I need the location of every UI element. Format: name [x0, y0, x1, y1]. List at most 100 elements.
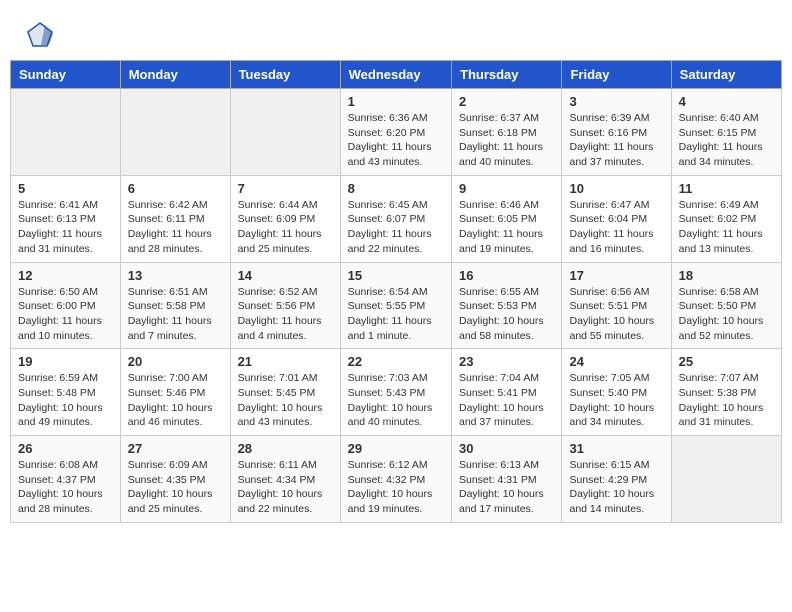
calendar-cell: 25 Sunrise: 7:07 AM Sunset: 5:38 PM Dayli… [671, 349, 781, 436]
day-info: Sunrise: 6:44 AM Sunset: 6:09 PM Dayligh… [238, 198, 333, 257]
day-info: Sunrise: 7:04 AM Sunset: 5:41 PM Dayligh… [459, 371, 554, 430]
calendar-cell: 17 Sunrise: 6:56 AM Sunset: 5:51 PM Dayli… [562, 262, 671, 349]
calendar-cell: 30 Sunrise: 6:13 AM Sunset: 4:31 PM Dayli… [452, 436, 562, 523]
day-info: Sunrise: 6:40 AM Sunset: 6:15 PM Dayligh… [679, 111, 774, 170]
day-info: Sunrise: 6:47 AM Sunset: 6:04 PM Dayligh… [569, 198, 663, 257]
day-info: Sunrise: 6:45 AM Sunset: 6:07 PM Dayligh… [348, 198, 444, 257]
day-info: Sunrise: 6:52 AM Sunset: 5:56 PM Dayligh… [238, 285, 333, 344]
day-info: Sunrise: 6:58 AM Sunset: 5:50 PM Dayligh… [679, 285, 774, 344]
day-number: 30 [459, 441, 554, 456]
calendar-cell: 14 Sunrise: 6:52 AM Sunset: 5:56 PM Dayli… [230, 262, 340, 349]
day-number: 29 [348, 441, 444, 456]
day-number: 14 [238, 268, 333, 283]
calendar-cell: 28 Sunrise: 6:11 AM Sunset: 4:34 PM Dayli… [230, 436, 340, 523]
day-number: 4 [679, 94, 774, 109]
day-info: Sunrise: 6:54 AM Sunset: 5:55 PM Dayligh… [348, 285, 444, 344]
day-info: Sunrise: 6:51 AM Sunset: 5:58 PM Dayligh… [128, 285, 223, 344]
weekday-header-friday: Friday [562, 61, 671, 89]
day-info: Sunrise: 6:15 AM Sunset: 4:29 PM Dayligh… [569, 458, 663, 517]
day-info: Sunrise: 6:09 AM Sunset: 4:35 PM Dayligh… [128, 458, 223, 517]
weekday-header-wednesday: Wednesday [340, 61, 451, 89]
calendar-week-5: 26 Sunrise: 6:08 AM Sunset: 4:37 PM Dayli… [11, 436, 782, 523]
calendar-cell: 16Sunrise: 6:55 AM Sunset: 5:53 PM Dayli… [452, 262, 562, 349]
day-number: 6 [128, 181, 223, 196]
day-number: 12 [18, 268, 113, 283]
calendar-cell [671, 436, 781, 523]
day-info: Sunrise: 6:11 AM Sunset: 4:34 PM Dayligh… [238, 458, 333, 517]
day-info: Sunrise: 6:59 AM Sunset: 5:48 PM Dayligh… [18, 371, 113, 430]
calendar-week-3: 12 Sunrise: 6:50 AM Sunset: 6:00 PM Dayli… [11, 262, 782, 349]
calendar-cell: 27 Sunrise: 6:09 AM Sunset: 4:35 PM Dayli… [120, 436, 230, 523]
day-number: 17 [569, 268, 663, 283]
day-info: Sunrise: 6:49 AM Sunset: 6:02 PM Dayligh… [679, 198, 774, 257]
calendar-cell: 5 Sunrise: 6:41 AM Sunset: 6:13 PM Daylig… [11, 175, 121, 262]
day-info: Sunrise: 6:42 AM Sunset: 6:11 PM Dayligh… [128, 198, 223, 257]
calendar-week-4: 19 Sunrise: 6:59 AM Sunset: 5:48 PM Dayli… [11, 349, 782, 436]
day-number: 13 [128, 268, 223, 283]
calendar-cell [11, 89, 121, 176]
day-info: Sunrise: 7:05 AM Sunset: 5:40 PM Dayligh… [569, 371, 663, 430]
day-number: 19 [18, 354, 113, 369]
calendar-cell: 3Sunrise: 6:39 AM Sunset: 6:16 PM Daylig… [562, 89, 671, 176]
day-number: 11 [679, 181, 774, 196]
day-info: Sunrise: 6:46 AM Sunset: 6:05 PM Dayligh… [459, 198, 554, 257]
day-number: 15 [348, 268, 444, 283]
day-number: 25 [679, 354, 774, 369]
calendar-cell: 7 Sunrise: 6:44 AM Sunset: 6:09 PM Daylig… [230, 175, 340, 262]
day-number: 22 [348, 354, 444, 369]
calendar-cell: 11 Sunrise: 6:49 AM Sunset: 6:02 PM Dayli… [671, 175, 781, 262]
weekday-header-tuesday: Tuesday [230, 61, 340, 89]
day-info: Sunrise: 7:03 AM Sunset: 5:43 PM Dayligh… [348, 371, 444, 430]
calendar-cell: 8Sunrise: 6:45 AM Sunset: 6:07 PM Daylig… [340, 175, 451, 262]
day-info: Sunrise: 7:07 AM Sunset: 5:38 PM Dayligh… [679, 371, 774, 430]
calendar-cell: 15 Sunrise: 6:54 AM Sunset: 5:55 PM Dayli… [340, 262, 451, 349]
calendar-cell: 12 Sunrise: 6:50 AM Sunset: 6:00 PM Dayli… [11, 262, 121, 349]
weekday-header-sunday: Sunday [11, 61, 121, 89]
calendar-cell [230, 89, 340, 176]
day-number: 7 [238, 181, 333, 196]
calendar-cell: 22 Sunrise: 7:03 AM Sunset: 5:43 PM Dayli… [340, 349, 451, 436]
calendar-cell: 1Sunrise: 6:36 AM Sunset: 6:20 PM Daylig… [340, 89, 451, 176]
day-info: Sunrise: 6:39 AM Sunset: 6:16 PM Dayligh… [569, 111, 663, 170]
calendar-cell: 6 Sunrise: 6:42 AM Sunset: 6:11 PM Daylig… [120, 175, 230, 262]
calendar-cell: 10 Sunrise: 6:47 AM Sunset: 6:04 PM Dayli… [562, 175, 671, 262]
calendar-cell: 24Sunrise: 7:05 AM Sunset: 5:40 PM Dayli… [562, 349, 671, 436]
day-number: 5 [18, 181, 113, 196]
calendar-cell: 13 Sunrise: 6:51 AM Sunset: 5:58 PM Dayli… [120, 262, 230, 349]
calendar-cell: 21 Sunrise: 7:01 AM Sunset: 5:45 PM Dayli… [230, 349, 340, 436]
day-info: Sunrise: 6:13 AM Sunset: 4:31 PM Dayligh… [459, 458, 554, 517]
calendar-cell: 26 Sunrise: 6:08 AM Sunset: 4:37 PM Dayli… [11, 436, 121, 523]
weekday-header-saturday: Saturday [671, 61, 781, 89]
day-number: 26 [18, 441, 113, 456]
logo [25, 20, 60, 50]
day-info: Sunrise: 7:01 AM Sunset: 5:45 PM Dayligh… [238, 371, 333, 430]
calendar-cell: 2 Sunrise: 6:37 AM Sunset: 6:18 PM Daylig… [452, 89, 562, 176]
calendar-table: SundayMondayTuesdayWednesdayThursdayFrid… [10, 60, 782, 523]
day-info: Sunrise: 6:41 AM Sunset: 6:13 PM Dayligh… [18, 198, 113, 257]
calendar-cell: 18 Sunrise: 6:58 AM Sunset: 5:50 PM Dayli… [671, 262, 781, 349]
calendar-cell: 4 Sunrise: 6:40 AM Sunset: 6:15 PM Daylig… [671, 89, 781, 176]
day-info: Sunrise: 6:08 AM Sunset: 4:37 PM Dayligh… [18, 458, 113, 517]
calendar-cell: 29 Sunrise: 6:12 AM Sunset: 4:32 PM Dayli… [340, 436, 451, 523]
calendar-cell: 23 Sunrise: 7:04 AM Sunset: 5:41 PM Dayli… [452, 349, 562, 436]
day-info: Sunrise: 6:50 AM Sunset: 6:00 PM Dayligh… [18, 285, 113, 344]
day-number: 9 [459, 181, 554, 196]
day-number: 28 [238, 441, 333, 456]
day-number: 1 [348, 94, 444, 109]
weekday-header-thursday: Thursday [452, 61, 562, 89]
calendar-cell: 9 Sunrise: 6:46 AM Sunset: 6:05 PM Daylig… [452, 175, 562, 262]
weekday-header-monday: Monday [120, 61, 230, 89]
day-number: 2 [459, 94, 554, 109]
day-number: 21 [238, 354, 333, 369]
day-info: Sunrise: 6:56 AM Sunset: 5:51 PM Dayligh… [569, 285, 663, 344]
day-info: Sunrise: 6:12 AM Sunset: 4:32 PM Dayligh… [348, 458, 444, 517]
day-number: 18 [679, 268, 774, 283]
day-number: 23 [459, 354, 554, 369]
day-number: 10 [569, 181, 663, 196]
day-number: 27 [128, 441, 223, 456]
calendar-week-1: 1Sunrise: 6:36 AM Sunset: 6:20 PM Daylig… [11, 89, 782, 176]
day-number: 20 [128, 354, 223, 369]
day-info: Sunrise: 6:37 AM Sunset: 6:18 PM Dayligh… [459, 111, 554, 170]
day-info: Sunrise: 6:55 AM Sunset: 5:53 PM Dayligh… [459, 285, 554, 344]
calendar-cell: 20Sunrise: 7:00 AM Sunset: 5:46 PM Dayli… [120, 349, 230, 436]
